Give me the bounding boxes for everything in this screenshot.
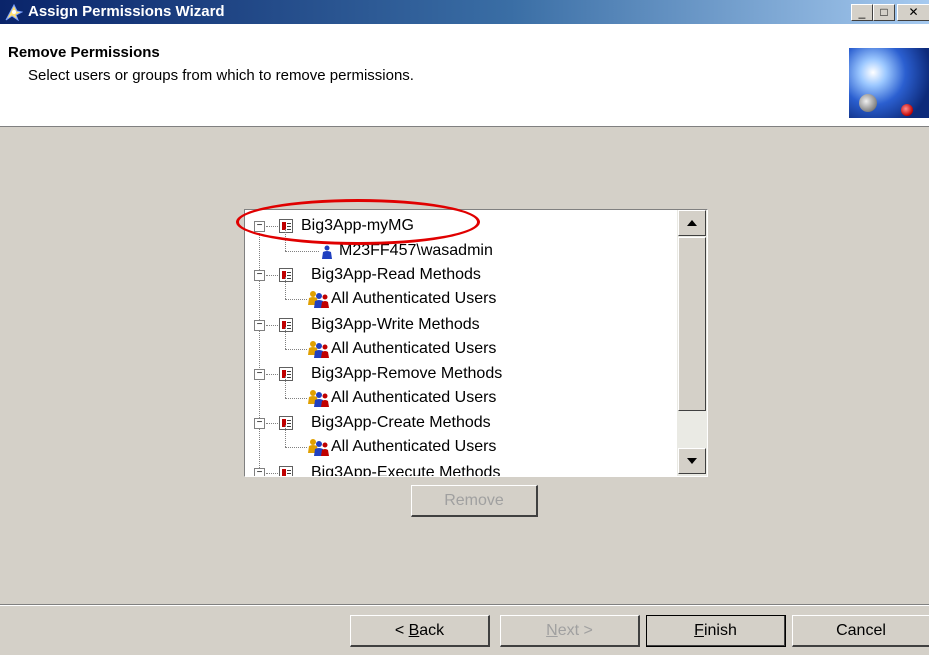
tree-node-create-methods[interactable]: − Big3App-Create Methods <box>245 411 677 435</box>
tree-node-execute-methods[interactable]: − Big3App-Execute Methods <box>245 461 677 476</box>
tree-node-read-methods[interactable]: − Big3App-Read Methods <box>245 263 677 287</box>
wizard-graphic-icon <box>849 48 929 118</box>
maximize-button[interactable]: □ <box>873 4 895 21</box>
cancel-button[interactable]: Cancel <box>792 615 929 647</box>
role-icon <box>279 416 293 430</box>
user-icon <box>322 245 332 259</box>
wizard-icon <box>5 3 23 21</box>
tree-child-row[interactable]: M23FF457\wasadmin <box>245 229 677 263</box>
maximize-icon: □ <box>880 5 888 19</box>
tree-child-label: M23FF457\wasadmin <box>339 242 493 259</box>
collapse-icon[interactable]: − <box>254 270 265 281</box>
group-icon <box>308 439 329 456</box>
collapse-icon[interactable]: − <box>254 369 265 380</box>
tree-node-label: Big3App-Read Methods <box>311 266 481 283</box>
collapse-icon[interactable]: − <box>254 468 265 476</box>
arrow-down-icon <box>687 458 697 464</box>
tree-node-label: Big3App-Remove Methods <box>311 365 503 382</box>
role-icon <box>279 268 293 282</box>
tree-child-label: All Authenticated Users <box>331 389 497 406</box>
remove-button-label: Remove <box>444 492 504 509</box>
tree-child-row[interactable]: All Authenticated Users <box>245 425 677 459</box>
page-title: Remove Permissions <box>8 44 160 61</box>
role-icon <box>279 466 293 476</box>
tree-child-label: All Authenticated Users <box>331 290 497 307</box>
collapse-icon[interactable]: − <box>254 418 265 429</box>
tree-child-label: All Authenticated Users <box>331 340 497 357</box>
tree-node-remove-methods[interactable]: − Big3App-Remove Methods <box>245 362 677 386</box>
arrow-up-icon <box>687 220 697 226</box>
scroll-thumb[interactable] <box>678 237 706 411</box>
group-icon <box>308 291 329 308</box>
tree-node-label: Big3App-myMG <box>301 217 414 234</box>
group-icon <box>308 341 329 358</box>
scroll-up-button[interactable] <box>678 210 706 236</box>
page-subtitle: Select users or groups from which to rem… <box>28 67 414 84</box>
minimize-icon: _ <box>858 5 866 19</box>
wizard-window: Assign Permissions Wizard _ □ ✕ Remove P… <box>0 0 929 655</box>
footer-separator <box>0 604 929 606</box>
role-icon <box>279 318 293 332</box>
tree-child-row[interactable]: All Authenticated Users <box>245 277 677 311</box>
role-icon <box>279 219 293 233</box>
scroll-down-button[interactable] <box>678 448 706 474</box>
tree-child-row[interactable]: All Authenticated Users <box>245 327 677 361</box>
role-icon <box>279 367 293 381</box>
tree-node-label: Big3App-Write Methods <box>311 316 480 333</box>
tree-child-row[interactable]: All Authenticated Users <box>245 376 677 410</box>
collapse-icon[interactable]: − <box>254 320 265 331</box>
tree-node-write-methods[interactable]: − Big3App-Write Methods <box>245 313 677 337</box>
tree-node-label: Big3App-Execute Methods <box>311 464 501 476</box>
tree-node-myMG[interactable]: − Big3App-myMG <box>245 214 677 238</box>
tree-content: − Big3App-myMG M23FF457\wasadmin − Big3A… <box>245 210 677 476</box>
group-icon <box>308 390 329 407</box>
tree-child-label: All Authenticated Users <box>331 438 497 455</box>
title-bar[interactable]: Assign Permissions Wizard _ □ ✕ <box>0 0 929 24</box>
finish-button[interactable]: Finish <box>646 615 786 647</box>
cancel-button-label: Cancel <box>836 622 886 639</box>
next-button[interactable]: Next > <box>500 615 640 647</box>
minimize-button[interactable]: _ <box>851 4 873 21</box>
back-button[interactable]: < Back <box>350 615 490 647</box>
permissions-tree[interactable]: − Big3App-myMG M23FF457\wasadmin − Big3A… <box>244 209 708 477</box>
remove-button[interactable]: Remove <box>411 485 538 517</box>
window-title: Assign Permissions Wizard <box>28 3 225 20</box>
close-icon: ✕ <box>908 5 919 19</box>
collapse-icon[interactable]: − <box>254 221 265 232</box>
close-button[interactable]: ✕ <box>897 4 929 21</box>
vertical-scrollbar[interactable] <box>677 210 707 476</box>
tree-node-label: Big3App-Create Methods <box>311 414 491 431</box>
wizard-header: Remove Permissions Select users or group… <box>0 24 929 127</box>
